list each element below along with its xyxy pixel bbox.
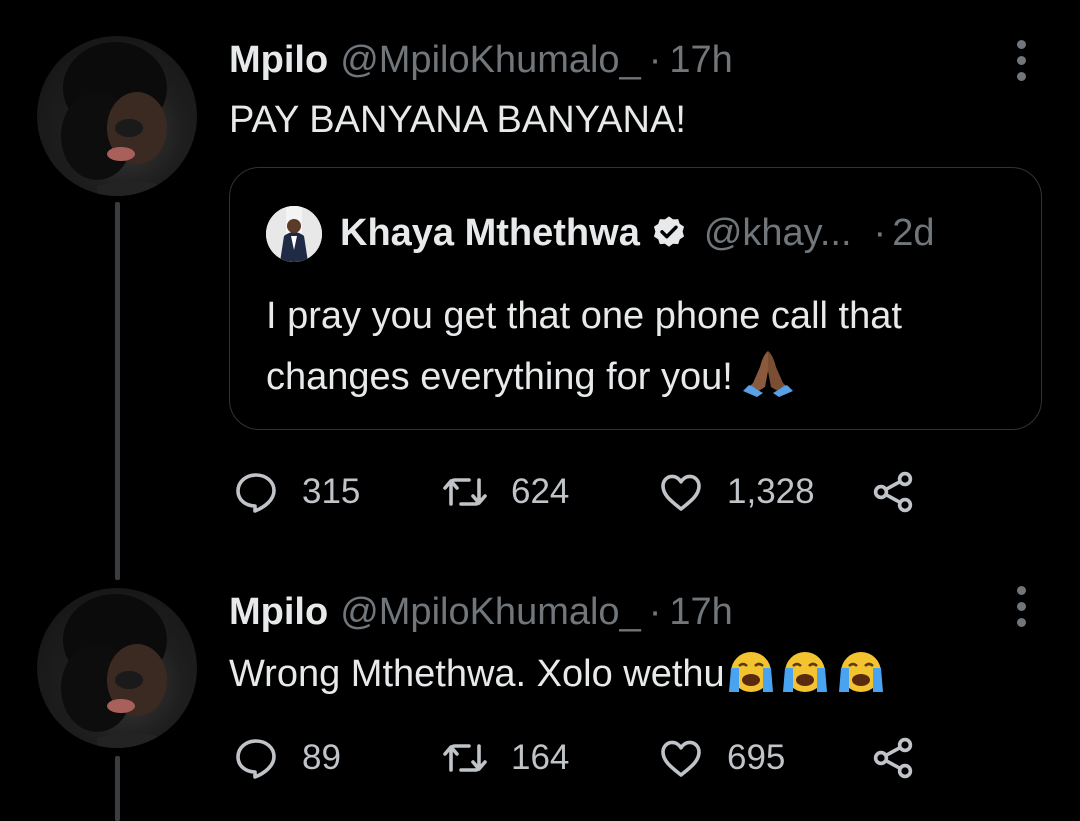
verified-badge-icon [653,216,684,247]
share-button[interactable] [869,467,917,517]
quoted-header: Khaya Mthethwa @khay... · 2d [340,210,934,256]
tweet-text-content: Wrong Mthethwa. Xolo wethu [229,653,725,695]
reply-count: 315 [302,472,361,511]
separator: · [873,212,887,254]
like-button[interactable]: 1,328 [657,467,815,517]
tweet-actions: 89 164 695 [229,733,929,783]
tweet-actions: 315 624 1,328 [229,467,929,517]
tweet-text: Wrong Mthethwa. Xolo wethu [229,648,889,697]
more-options-icon[interactable] [1014,38,1028,82]
timestamp[interactable]: 17h [669,590,732,634]
like-count: 695 [727,738,786,777]
separator: · [648,39,662,81]
quoted-tweet[interactable]: Khaya Mthethwa @khay... · 2d I pray you … [229,167,1042,430]
tweet[interactable]: Mpilo @MpiloKhumalo_ · 17h Wrong Mthethw… [0,580,1080,821]
reply-icon [236,739,276,779]
retweet-count: 624 [511,472,570,511]
like-count: 1,328 [727,472,815,511]
author-name[interactable]: Mpilo [229,590,328,634]
separator: · [648,591,662,633]
author-handle[interactable]: @MpiloKhumalo_ [340,590,641,634]
retweet-button[interactable]: 164 [441,733,569,783]
share-icon [873,737,913,779]
share-button[interactable] [869,733,917,783]
heart-icon [661,740,701,777]
more-options-icon[interactable] [1014,584,1028,628]
avatar[interactable] [37,36,197,196]
reply-icon [236,473,276,513]
loudly-crying-face-icon [728,652,773,692]
tweet[interactable]: Mpilo @MpiloKhumalo_ · 17h PAY BANYANA B… [0,0,1080,580]
thread-line [115,202,120,580]
retweet-count: 164 [511,738,570,777]
tweet-text: PAY BANYANA BANYANA! [229,99,686,141]
quoted-author-name[interactable]: Khaya Mthethwa [340,210,640,256]
timestamp[interactable]: 17h [669,38,732,82]
retweet-icon [443,478,487,506]
quoted-text-content: I pray you get that one phone call that … [266,295,902,398]
quoted-text: I pray you get that one phone call that … [266,286,1006,408]
heart-icon [661,474,701,511]
tweet-header: Mpilo @MpiloKhumalo_ · 17h [229,38,733,82]
retweet-button[interactable]: 624 [441,467,569,517]
share-icon [873,471,913,513]
reply-button[interactable]: 89 [232,733,341,783]
retweet-icon [443,744,487,772]
quoted-author-handle[interactable]: @khay... [704,210,852,256]
thread-line [115,756,120,821]
folded-hands-icon [743,351,794,397]
quoted-timestamp[interactable]: 2d [892,210,934,256]
quoted-avatar[interactable] [266,206,322,262]
reply-button[interactable]: 315 [232,467,360,517]
avatar[interactable] [37,588,197,748]
tweet-header: Mpilo @MpiloKhumalo_ · 17h [229,590,733,634]
author-name[interactable]: Mpilo [229,38,328,82]
author-handle[interactable]: @MpiloKhumalo_ [340,38,641,82]
loudly-crying-face-icon [838,652,883,692]
loudly-crying-face-icon [782,652,827,692]
reply-count: 89 [302,738,341,777]
like-button[interactable]: 695 [657,733,785,783]
